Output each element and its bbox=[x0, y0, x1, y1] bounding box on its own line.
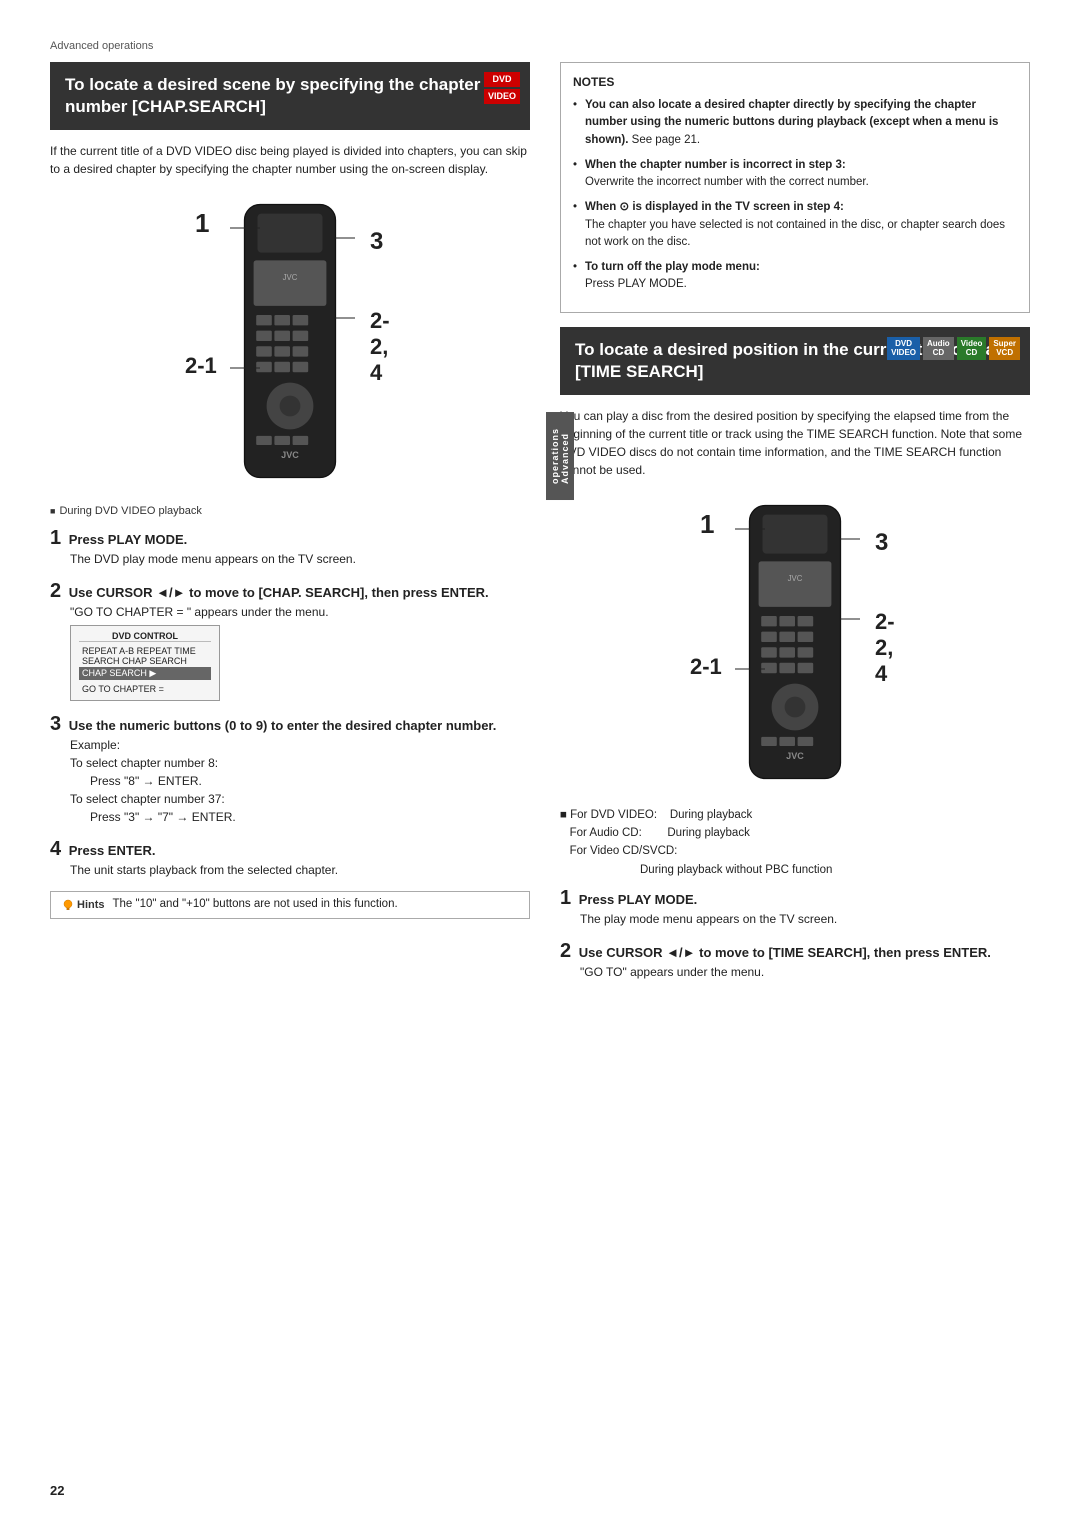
hints-box: Hints The "10" and "+10" buttons are not… bbox=[50, 891, 530, 919]
remote-wrapper-right: 1 3 2-2, 4 2-1 JVC bbox=[560, 489, 1030, 798]
left-column: To locate a desired scene by specifying … bbox=[50, 62, 530, 993]
super-vcd-badge-r: SuperVCD bbox=[989, 337, 1020, 360]
playback-details: ■ For DVD VIDEO: During playback For Aud… bbox=[560, 806, 1030, 880]
video-cd-badge-r: VideoCD bbox=[957, 337, 987, 360]
left-intro-text: If the current title of a DVD VIDEO disc… bbox=[50, 142, 530, 178]
label-3-left: 3 bbox=[370, 228, 383, 256]
badge-row-left: DVD VIDEO bbox=[484, 72, 520, 104]
svg-text:JVC: JVC bbox=[283, 273, 298, 282]
label-21-right: 2-1 bbox=[690, 654, 722, 680]
hints-label: Hints bbox=[61, 898, 105, 912]
hints-text: The "10" and "+10" buttons are not used … bbox=[113, 898, 398, 910]
step-1-left: 1 Press PLAY MODE. The DVD play mode men… bbox=[50, 527, 530, 568]
step-2-right-detail: "GO TO" appears under the menu. bbox=[580, 963, 1030, 981]
label-3-right: 3 bbox=[875, 529, 888, 557]
dvd-video-badge-r: DVDVIDEO bbox=[887, 337, 920, 360]
remote-container-right: 1 3 2-2, 4 2-1 JVC bbox=[730, 499, 860, 788]
notes-box: NOTES You can also locate a desired chap… bbox=[560, 62, 1030, 313]
remote-svg-right: JVC bbox=[730, 499, 860, 785]
note-item-4: To turn off the play mode menu: Press PL… bbox=[573, 259, 1017, 294]
notes-title: NOTES bbox=[573, 73, 1017, 91]
right-section-header: To locate a desired position in the curr… bbox=[560, 327, 1030, 395]
dvd-video-badge2: VIDEO bbox=[484, 89, 520, 104]
step-1-right-detail: The play mode menu appears on the TV scr… bbox=[580, 910, 1030, 928]
step-1-right: 1 Press PLAY MODE. The play mode menu ap… bbox=[560, 887, 1030, 928]
right-intro-text: You can play a disc from the desired pos… bbox=[560, 407, 1030, 479]
label-21-left: 2-1 bbox=[185, 353, 217, 379]
label-22-4-left: 2-2, 4 bbox=[370, 308, 390, 386]
remote-svg-left: JVC bbox=[225, 198, 355, 484]
page-number: 22 bbox=[50, 1483, 64, 1498]
label-1-right: 1 bbox=[700, 509, 714, 540]
menu-graphic: DVD CONTROL REPEAT A-B REPEAT TIME SEARC… bbox=[70, 625, 220, 701]
step-2-right: 2 Use CURSOR ◄/► to move to [TIME SEARCH… bbox=[560, 940, 1030, 981]
playback-label-left: During DVD VIDEO playback bbox=[50, 505, 530, 517]
svg-text:JVC: JVC bbox=[281, 450, 299, 460]
breadcrumb: Advanced operations bbox=[50, 40, 1030, 52]
svg-text:JVC: JVC bbox=[788, 574, 803, 583]
note-item-1: You can also locate a desired chapter di… bbox=[573, 97, 1017, 149]
right-column: Advanced operations NOTES You can also l… bbox=[560, 62, 1030, 993]
side-tab: Advanced operations bbox=[546, 412, 574, 500]
label-1-left: 1 bbox=[195, 208, 209, 239]
badge-row-right: DVDVIDEO AudioCD VideoCD SuperVCD bbox=[887, 337, 1020, 360]
svg-text:JVC: JVC bbox=[786, 751, 804, 761]
note-item-3: When ⊙ is displayed in the TV screen in … bbox=[573, 199, 1017, 251]
step-2-detail: "GO TO CHAPTER = " appears under the men… bbox=[70, 603, 530, 621]
dvd-video-badge: DVD bbox=[484, 72, 520, 87]
remote-container-left: 1 3 2-2, 4 2-1 JVC bbox=[225, 198, 355, 487]
step-2-left: 2 Use CURSOR ◄/► to move to [CHAP. SEARC… bbox=[50, 580, 530, 701]
left-section-header: To locate a desired scene by specifying … bbox=[50, 62, 530, 130]
remote-wrapper-left: 1 3 2-2, 4 2-1 JVC bbox=[50, 188, 530, 497]
hints-icon bbox=[61, 898, 75, 912]
label-22-4-right: 2-2, 4 bbox=[875, 609, 895, 687]
step-1-detail: The DVD play mode menu appears on the TV… bbox=[70, 550, 530, 568]
page: Advanced operations To locate a desired … bbox=[0, 0, 1080, 1528]
notes-list: You can also locate a desired chapter di… bbox=[573, 97, 1017, 294]
step-4-detail: The unit starts playback from the select… bbox=[70, 861, 530, 879]
audio-cd-badge-r: AudioCD bbox=[923, 337, 954, 360]
note-item-2: When the chapter number is incorrect in … bbox=[573, 157, 1017, 192]
step-3-left: 3 Use the numeric buttons (0 to 9) to en… bbox=[50, 713, 530, 826]
step-4-left: 4 Press ENTER. The unit starts playback … bbox=[50, 838, 530, 879]
